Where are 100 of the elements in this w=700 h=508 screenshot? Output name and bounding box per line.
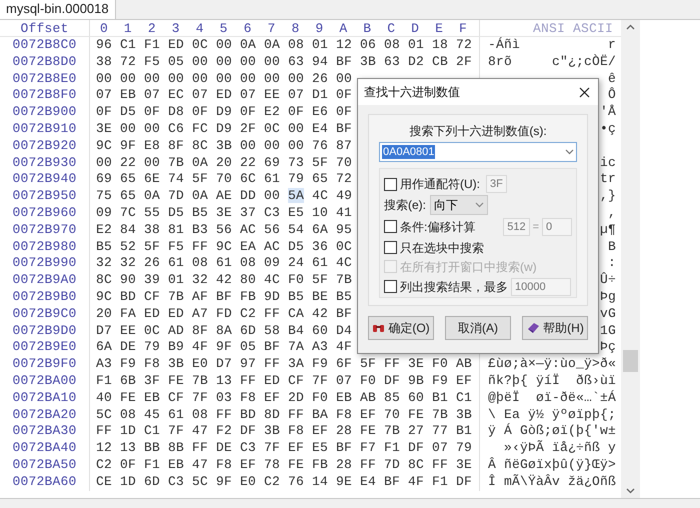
hex-value-combobox[interactable]: 0A0A0801 xyxy=(379,142,577,162)
hex-bytes: D7 EE 0C AD 8F 8A 6D 58 B4 60 D4 xyxy=(96,322,352,338)
ascii-text: : xyxy=(608,255,616,272)
checkbox[interactable] xyxy=(384,178,397,191)
ascii-text: »‹ÿÞÃ ïå¿÷ñß y xyxy=(502,440,616,457)
book-icon xyxy=(526,322,540,334)
row-offset: 0072B990 xyxy=(0,255,90,272)
hex-bytes: 09 7C 55 D5 B5 3E 37 C3 E5 10 41 xyxy=(96,204,352,220)
ascii-text: ñk?þ{ ÿíÏ ðß›ùï xyxy=(488,372,616,390)
dialog-button[interactable]: 帮助(H) xyxy=(522,316,588,340)
column-header: 9 xyxy=(314,20,324,36)
hex-bytes: 07 EB 07 EC 07 ED 07 EE 07 D1 0F xyxy=(96,87,352,102)
row-offset: 0072B9A0 xyxy=(0,272,90,289)
ascii-text: 1G xyxy=(600,322,616,340)
ascii-text: Û÷ xyxy=(600,272,616,289)
offset-header: Offset xyxy=(0,20,90,36)
column-header: B xyxy=(362,20,372,36)
binoculars-icon xyxy=(372,322,386,334)
search-prompt: 搜索下列十六进制数值(s): xyxy=(408,123,548,139)
row-offset: 0072B9C0 xyxy=(0,306,90,323)
ascii-text: vG xyxy=(600,306,616,323)
row-offset: 0072B8D0 xyxy=(0,54,90,71)
ascii-text: tr xyxy=(600,171,616,188)
ascii-text: -Áñì r xyxy=(488,37,616,54)
ascii-text: ÿ Á Gòß;øï(þ{'w± xyxy=(488,423,616,440)
selected-byte[interactable]: 5A xyxy=(288,188,304,204)
ascii-text: Þç xyxy=(600,339,616,356)
column-header: 3 xyxy=(170,20,181,36)
dialog-button[interactable]: 取消(A) xyxy=(445,316,511,340)
scroll-up-icon[interactable] xyxy=(626,24,635,30)
ascii-text: Î mÃ\ŸàÂv žä¿Oñß xyxy=(488,474,616,491)
dialog-button[interactable]: 确定(O) xyxy=(368,316,434,340)
ascii-text: ic xyxy=(600,154,616,172)
checkbox[interactable] xyxy=(384,280,397,294)
row-offset: 0072B910 xyxy=(0,120,90,138)
hex-bytes: 00 22 00 7B 0A 20 22 69 73 5F 70 xyxy=(96,154,352,170)
row-offset: 0072BA50 xyxy=(0,456,90,474)
ascii-text: Ô xyxy=(608,87,616,104)
checkbox[interactable] xyxy=(384,241,397,254)
ascii-text: £ùø;à×—ÿ:ùo_ÿ>ð« xyxy=(488,356,616,373)
row-offset: 0072B8C0 xyxy=(0,37,90,54)
scroll-thumb[interactable] xyxy=(623,350,638,372)
column-header: 8 xyxy=(290,20,300,36)
ascii-text: ,} xyxy=(600,188,616,205)
hex-bytes: 9C BD CF 7B AF BF FB 9D B5 BE B5 xyxy=(96,288,352,304)
scrollbar[interactable] xyxy=(621,20,640,498)
row-offset: 0072BA10 xyxy=(0,390,90,407)
column-header: 5 xyxy=(218,20,229,36)
row-offset: 0072B8E0 xyxy=(0,70,90,88)
row-offset: 0072B950 xyxy=(0,188,90,205)
hex-bytes: 00 00 00 00 00 00 00 00 00 26 00 xyxy=(96,70,352,86)
option-label: 只在选块中搜索 xyxy=(400,240,484,257)
dialog-title: 查找十六进制数值 xyxy=(364,84,460,101)
ascii-text: \ Ea ÿ½ ÿºøïpþ{; xyxy=(488,406,616,423)
row-offset: 0072B9B0 xyxy=(0,288,90,306)
hex-bytes: F1 6B 3F FE 7B 13 FF ED CF 7F 07 F0 DF 9B F9 EF xyxy=(96,372,472,388)
input-field[interactable]: 0 xyxy=(542,218,572,236)
hex-bytes: 38 72 F5 05 00 00 00 00 63 94 BF 3B 63 D2 CB 2F xyxy=(96,54,472,69)
ascii-text: Â ñëGøïxþû(ÿ}Œÿ> xyxy=(488,456,616,474)
column-header: 2 xyxy=(146,20,157,36)
input-field[interactable]: 512 xyxy=(503,218,530,236)
ascii-header: ANSI ASCII xyxy=(532,20,613,36)
hex-bytes: 3E 00 00 C6 FC D9 2F 0C 00 E4 BF xyxy=(96,120,352,136)
hex-bytes: 20 FA ED ED A7 FD C2 FF CA 42 BF xyxy=(96,306,352,321)
equals-sign: = xyxy=(532,220,539,235)
hex-bytes: A3 F9 F8 3B E0 D7 97 FF 3A F9 6F 5F FF 3E F0 AB xyxy=(96,356,472,372)
column-header: 1 xyxy=(122,20,133,36)
row-offset: 0072B9F0 xyxy=(0,356,90,373)
row-offset: 0072B940 xyxy=(0,171,90,188)
scroll-down-icon[interactable] xyxy=(626,488,635,494)
input-field[interactable]: 3F xyxy=(486,175,507,194)
hex-bytes: 32 32 26 61 08 61 08 09 24 61 4C xyxy=(96,255,352,270)
hex-bytes: 40 FE EB CF 7F 03 F8 EF 2D F0 EB AB 85 60 B1 C1 xyxy=(96,390,472,405)
column-header: 0 xyxy=(98,20,109,36)
row-offset: 0072B9E0 xyxy=(0,339,90,356)
column-header: A xyxy=(338,20,348,36)
hex-bytes: 8C 90 39 01 32 42 80 4C F0 5F 7B xyxy=(96,272,352,288)
hex-bytes: C2 0F F1 EB 47 F8 EF 78 FE FB 28 FF 7D 8C FF 3E xyxy=(96,456,472,472)
column-header: E xyxy=(434,20,444,36)
ascii-text: @þëÏ øï-ðë«…`±Á xyxy=(488,390,616,407)
checkbox[interactable] xyxy=(384,220,397,234)
hex-bytes: 0F D5 0F D8 0F D9 0F E2 0F E6 0F xyxy=(96,104,352,120)
input-field[interactable]: 10000 xyxy=(511,278,571,296)
close-icon[interactable] xyxy=(579,86,590,98)
ascii-text: ê xyxy=(608,70,616,87)
row-offset: 0072BA30 xyxy=(0,423,90,440)
hex-bytes: 75 65 0A 7D 0A AE DD 00 xyxy=(96,188,280,204)
column-header: F xyxy=(458,20,468,36)
column-header: 6 xyxy=(242,20,253,36)
hex-bytes: CE 1D 6D C3 5C 9F E0 C2 76 14 9E E4 BF 4F F1 DF xyxy=(96,474,472,489)
hex-bytes: 69 65 6E 74 5F 70 6C 61 79 65 72 xyxy=(96,171,352,186)
direction-dropdown[interactable]: 向下 xyxy=(430,194,488,215)
column-header: 4 xyxy=(194,20,205,36)
column-header: D xyxy=(410,20,420,36)
file-tab[interactable]: mysql-bin.000018 xyxy=(0,0,116,19)
option-label: 在所有打开窗口中搜索(w) xyxy=(400,258,537,276)
row-offset: 0072B920 xyxy=(0,138,90,155)
hex-bytes: 5C 08 45 61 08 FF BD 8D FF BA F8 EF 70 FE 7B 3B xyxy=(96,406,472,422)
search-value: 0A0A0801 xyxy=(382,145,436,159)
column-header: C xyxy=(386,20,396,36)
